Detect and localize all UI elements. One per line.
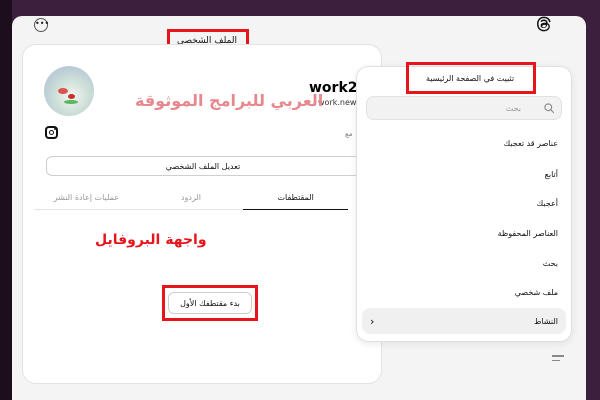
highlight-box-pin: [406, 62, 536, 94]
menu-item-label: النشاط: [533, 316, 558, 326]
menu-item-saved[interactable]: العناصر المحفوظة: [362, 220, 566, 246]
menu-item-profile[interactable]: ملف شخصي: [362, 279, 566, 305]
tab-replies[interactable]: الردود: [138, 186, 244, 210]
menu-item-label: ملف شخصي: [514, 287, 558, 297]
bezel-shadow: [0, 0, 12, 400]
menu-item-label: أتابع: [544, 169, 558, 179]
edit-profile-button[interactable]: تعديل الملف الشخصي: [46, 156, 360, 176]
profile-tabs: المقتطفات الردود عمليات إعادة النشر: [33, 186, 348, 210]
menu-item-label: العناصر المحفوظة: [497, 228, 558, 238]
avatar[interactable]: [44, 66, 94, 116]
profile-bio: مع: [345, 130, 353, 138]
threads-logo-icon[interactable]: [534, 14, 554, 34]
hamburger-icon[interactable]: [552, 355, 564, 362]
search-icon: [544, 103, 555, 114]
avatar-flower: [58, 88, 68, 94]
menu-item-activity[interactable]: ‹ النشاط: [362, 308, 566, 334]
instagram-icon[interactable]: [45, 126, 58, 139]
highlight-box-start: [162, 285, 258, 321]
avatar-flower: [68, 94, 75, 99]
more-icon[interactable]: •••: [34, 18, 49, 32]
menu-item-label: بحث: [542, 258, 558, 268]
avatar-leaf: [64, 100, 78, 104]
chevron-left-icon: ‹: [370, 314, 375, 328]
profile-handle: work.new2: [318, 98, 362, 107]
menu-item-for-you[interactable]: عناصر قد تعجبك: [362, 130, 566, 156]
menu-search: [366, 96, 562, 120]
menu-item-label: عناصر قد تعجبك: [503, 138, 558, 148]
menu-item-label: أعجبك: [536, 198, 558, 208]
menu-item-liked[interactable]: أعجبك: [362, 190, 566, 216]
menu-item-search[interactable]: بحث: [362, 250, 566, 276]
tab-reposts[interactable]: عمليات إعادة النشر: [33, 186, 139, 210]
search-input[interactable]: [371, 100, 521, 116]
section-annotation: واجهة البروفايل: [95, 232, 207, 248]
tab-threads[interactable]: المقتطفات: [243, 186, 348, 210]
device-frame: ••• الملف الشخصي work20 work.new2 مع الع…: [0, 0, 600, 400]
menu-item-following[interactable]: أتابع: [362, 161, 566, 187]
watermark-text: العربي للبرامج الموثوقة: [135, 91, 324, 110]
